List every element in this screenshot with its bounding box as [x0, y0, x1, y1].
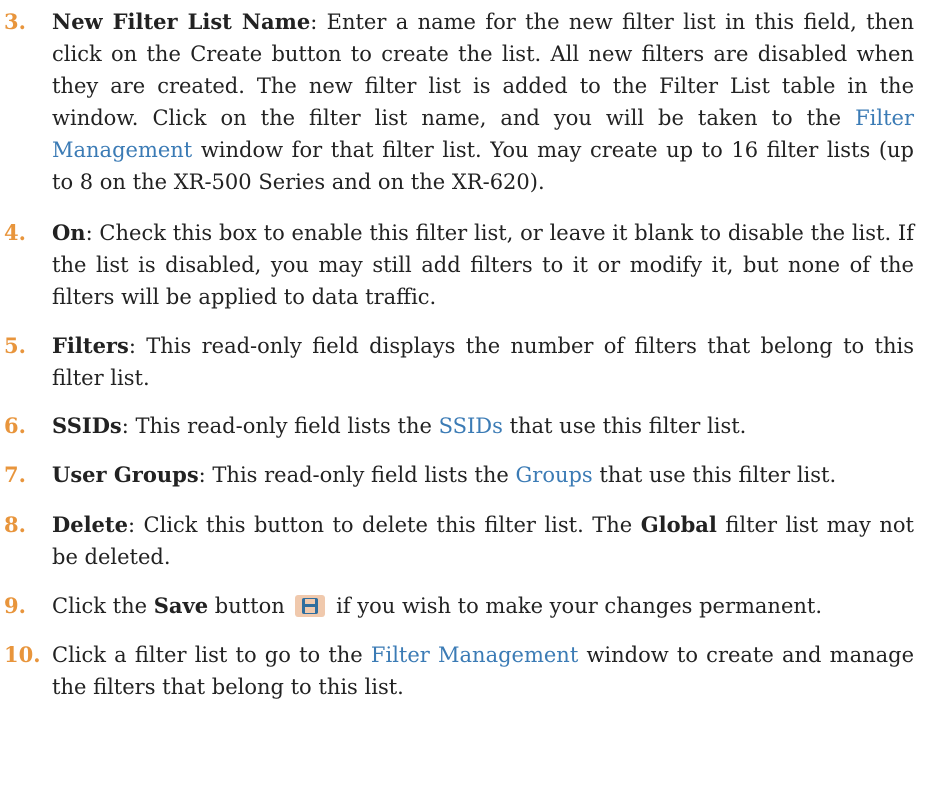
item-text: Click a filter list to go to the Filter … — [52, 643, 915, 699]
groups-link[interactable]: Groups — [516, 463, 593, 487]
field-label: Filters — [52, 333, 129, 358]
item-text: SSIDs: This read-only field lists the SS… — [52, 413, 747, 438]
item-text: User Groups: This read-only field lists … — [52, 462, 837, 487]
ssids-link[interactable]: SSIDs — [439, 414, 503, 438]
item-number: 5. — [4, 333, 26, 358]
item-number: 8. — [4, 512, 26, 537]
item-number: 10. — [4, 642, 41, 667]
item-number: 7. — [4, 462, 26, 487]
field-label: New Filter List Name — [52, 9, 311, 34]
save-icon — [295, 595, 326, 617]
item-number: 9. — [4, 593, 26, 618]
item-number: 3. — [4, 9, 26, 34]
item-text: Filters: This read-only field displays t… — [52, 333, 914, 390]
item-number: 6. — [4, 413, 26, 438]
field-label: Delete — [52, 512, 128, 537]
document-page: 3. New Filter List Name: Enter a name fo… — [0, 0, 926, 785]
filter-management-link[interactable]: Filter Management — [371, 643, 578, 667]
field-label: SSIDs — [52, 413, 122, 438]
item-text: New Filter List Name: Enter a name for t… — [52, 9, 914, 194]
save-label: Save — [153, 593, 209, 618]
item-text: Delete: Click this button to delete this… — [52, 512, 914, 569]
global-label: Global — [640, 512, 717, 537]
item-number: 4. — [4, 220, 26, 245]
item-text: On: Check this box to enable this filter… — [52, 220, 914, 309]
item-text: Click the Save button if you wish to mak… — [52, 593, 823, 618]
field-label: User Groups — [52, 462, 199, 487]
field-label: On — [52, 220, 86, 245]
